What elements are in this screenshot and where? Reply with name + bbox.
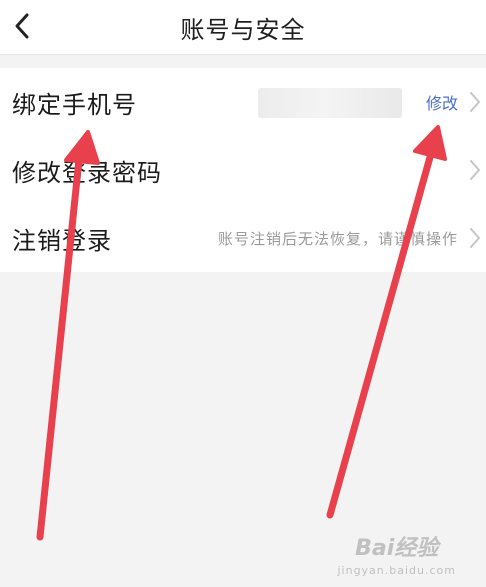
top-nav-bar: 账号与安全 [0, 0, 486, 55]
list-item-label: 绑定手机号 [12, 90, 137, 119]
chevron-right-icon [470, 92, 480, 112]
chevron-right-icon [470, 228, 480, 248]
list-item-delete-account[interactable]: 注销登录 账号注销后无法恢复，请谨慎操作 [0, 204, 486, 272]
baidu-jingyan-watermark: Bai经验 jingyan.baidu.com [337, 530, 456, 577]
list-item-change-password[interactable]: 修改登录密码 [0, 136, 486, 204]
edit-phone-link[interactable]: 修改 [426, 68, 458, 136]
page-title: 账号与安全 [180, 15, 306, 44]
watermark-logo: Bai经验 [355, 536, 439, 561]
delete-account-warning: 账号注销后无法恢复，请谨慎操作 [217, 229, 458, 248]
watermark-url: jingyan.baidu.com [337, 564, 456, 577]
settings-list: 绑定手机号 修改 修改登录密码 注销登录 账号注销后无法恢复，请谨慎操作 [0, 68, 486, 272]
chevron-right-icon [470, 160, 480, 180]
list-item-label: 注销登录 [12, 226, 112, 255]
list-item-bind-phone[interactable]: 绑定手机号 修改 [0, 68, 486, 136]
masked-phone-number [258, 88, 402, 118]
list-item-label: 修改登录密码 [12, 158, 162, 187]
